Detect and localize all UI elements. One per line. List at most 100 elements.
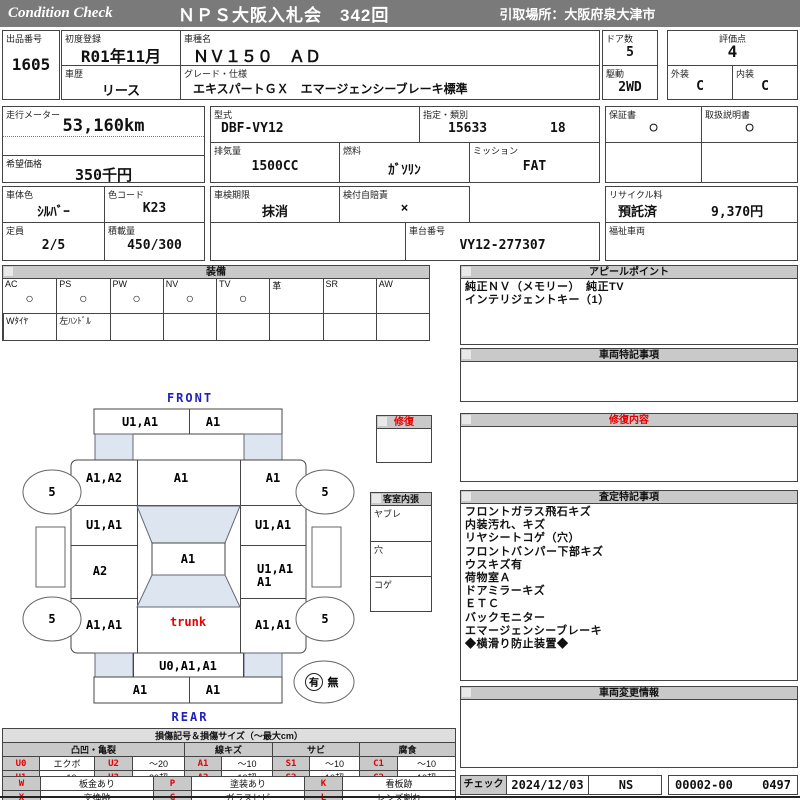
eq-label: 左ﾊﾝﾄﾞﾙ <box>59 316 91 326</box>
recycle-fee-value: 9,370円 <box>711 205 764 220</box>
assessment-line: 内装汚れ、キズ <box>465 519 546 532</box>
field-color-code: 色コード K23 <box>104 186 205 223</box>
eq-mark-circle: ○ <box>185 290 195 306</box>
assessment-line: リヤシートコゲ（穴） <box>465 532 580 545</box>
manual-empty-cell <box>701 142 798 183</box>
eq-col-pw: PW ○ <box>109 279 163 313</box>
insurance-label: 検付自賠責 <box>343 190 389 200</box>
legend-group-rust: サビ <box>272 742 360 757</box>
legend-sym: C1 <box>359 756 398 771</box>
field-lot-number: 出品番号 1605 <box>2 30 60 100</box>
eq-mark-circle: ○ <box>79 290 88 306</box>
appeal-line: 純正ＮＶ（メモリー） 純正TV <box>465 281 625 293</box>
cabin-row-hole: 穴 <box>371 541 431 576</box>
transmission-value: FAT <box>522 159 547 174</box>
row3-empty-cell <box>210 222 406 261</box>
eq-row2-empty <box>109 313 163 341</box>
rear-label: REAR <box>172 710 209 724</box>
field-model-code: 型式 DBF-VY12 <box>210 106 420 143</box>
cabin-lining-header: 客室内張 <box>371 493 431 506</box>
repair-flag-header: 修復 <box>377 416 431 429</box>
legend-val: 看板跡 <box>342 776 456 791</box>
pickup-location: 引取場所：大阪府泉大津市 <box>499 7 656 22</box>
legend-sym: U0 <box>2 756 40 771</box>
transmission-label: ミッション <box>473 146 519 156</box>
legend-group-scratch: 線キズ <box>184 742 273 757</box>
vehicle-notes-section: 車両特記事項 <box>460 348 798 402</box>
exterior-value: C <box>696 79 704 94</box>
cabin-row-label: 穴 <box>374 545 384 555</box>
field-welfare-vehicle: 福祉車両 <box>605 222 798 261</box>
grade-value: エキスパートＧＸ エマージェンシーブレーキ標準 <box>193 82 468 96</box>
wheel-grade: 5 <box>48 612 55 626</box>
color-code-label: 色コード <box>108 190 145 200</box>
warranty-empty-cell <box>605 142 702 183</box>
score-value: 4 <box>727 42 738 61</box>
history-value: リース <box>101 84 141 99</box>
wheel-grade: 5 <box>321 485 328 499</box>
vehicle-notes-header: 車両特記事項 <box>461 349 797 362</box>
eq-row2-wtire: Wﾀｲﾔ <box>3 313 57 341</box>
drive-label: 駆動 <box>606 69 625 79</box>
rear-corner-glass-right <box>243 652 283 678</box>
assessment-line: バックモニター <box>465 611 546 624</box>
repair-details-section: 修復内容 <box>460 413 798 482</box>
rear-panel-code: U0,A1,A1 <box>159 659 217 673</box>
left-front-door-code: U1,A1 <box>86 518 122 532</box>
eq-col-sr: SR <box>322 279 376 313</box>
eq-label: NV <box>165 279 179 289</box>
appeal-points-body: 純正ＮＶ（メモリー） 純正TV インテリジェントキー（1） <box>465 281 795 307</box>
interior-value: C <box>761 79 769 94</box>
right-rear-door-code-1: U1,A1 <box>257 562 293 576</box>
field-model-name: 車種名 ＮＶ１５０ ＡＤ <box>180 30 600 66</box>
condition-check-sheet: Condition Check ＮＰＳ大阪入札会 342回 引取場所：大阪府泉大… <box>0 0 800 800</box>
cabin-row-burn: コゲ <box>371 576 431 612</box>
assessment-line: ＥＴＣ <box>465 598 500 611</box>
vehicle-change-info-section: 車両変更情報 <box>460 686 798 768</box>
appeal-points-section: アピールポイント 純正ＮＶ（メモリー） 純正TV インテリジェントキー（1） <box>460 265 798 345</box>
front-bumper-left-code: U1,A1 <box>122 415 158 429</box>
windshield <box>136 505 241 544</box>
legend-sym: U2 <box>94 756 133 771</box>
title-bar: Condition Check ＮＰＳ大阪入札会 342回 引取場所：大阪府泉大… <box>0 0 800 27</box>
repair-flag-box: 修復 <box>376 415 432 463</box>
spare-yes-label: 有 <box>309 676 319 689</box>
chassis-label: 車台番号 <box>409 226 446 236</box>
sheet-code-box: 00002-00 0497 <box>668 775 798 795</box>
check-inspector: NS <box>618 778 634 792</box>
eq-label: AC <box>5 279 18 289</box>
left-quarter-code: A1,A1 <box>86 618 122 632</box>
first-reg-value: R01年11月 <box>80 47 162 66</box>
trunk-label: trunk <box>170 615 207 629</box>
price-value: 350千円 <box>74 166 133 184</box>
appeal-points-header: アピールポイント <box>461 266 797 279</box>
body-color-label: 車体色 <box>6 190 34 200</box>
load-value: 450/300 <box>127 238 182 253</box>
doors-label: ドア数 <box>606 34 634 44</box>
fuel-label: 燃料 <box>343 146 362 156</box>
field-drive: 駆動 2WD <box>602 65 658 100</box>
assessment-line: ドアミラーキズ <box>465 585 546 598</box>
field-first-registration: 初度登録 R01年11月 <box>61 30 181 66</box>
recycle-label: リサイクル料 <box>609 190 663 200</box>
legend-group-corrosion: 腐食 <box>359 742 456 757</box>
cabin-lining-box: 客室内張 ヤブレ 穴 コゲ <box>370 492 432 612</box>
field-fuel: 燃料 ｶﾞｿﾘﾝ <box>339 142 470 183</box>
eq-label: TV <box>219 279 231 289</box>
cabin-row-tear: ヤブレ <box>371 506 431 541</box>
field-history: 車歴 リース <box>61 65 181 100</box>
cabin-row-label: コゲ <box>374 580 393 590</box>
sheet-code-2: 0497 <box>762 778 791 792</box>
legend-val: 〜10 <box>221 756 273 771</box>
field-body-color: 車体色 ｼﾙﾊﾞｰ <box>2 186 105 223</box>
assessment-line: エマージェンシーブレーキ <box>465 624 603 637</box>
appeal-line: インテリジェントキー（1） <box>465 294 610 307</box>
field-doors: ドア数 5 <box>602 30 658 66</box>
assessment-line: フロントガラス飛石キズ <box>465 506 592 518</box>
auction-title: ＮＰＳ大阪入札会 342回 <box>178 6 390 25</box>
warranty-mark: ○ <box>649 120 658 135</box>
legend-sym: S1 <box>272 756 310 771</box>
legend-val: エクボ <box>39 756 95 771</box>
front-label: FRONT <box>167 391 213 405</box>
wheel-grade: 5 <box>48 485 55 499</box>
